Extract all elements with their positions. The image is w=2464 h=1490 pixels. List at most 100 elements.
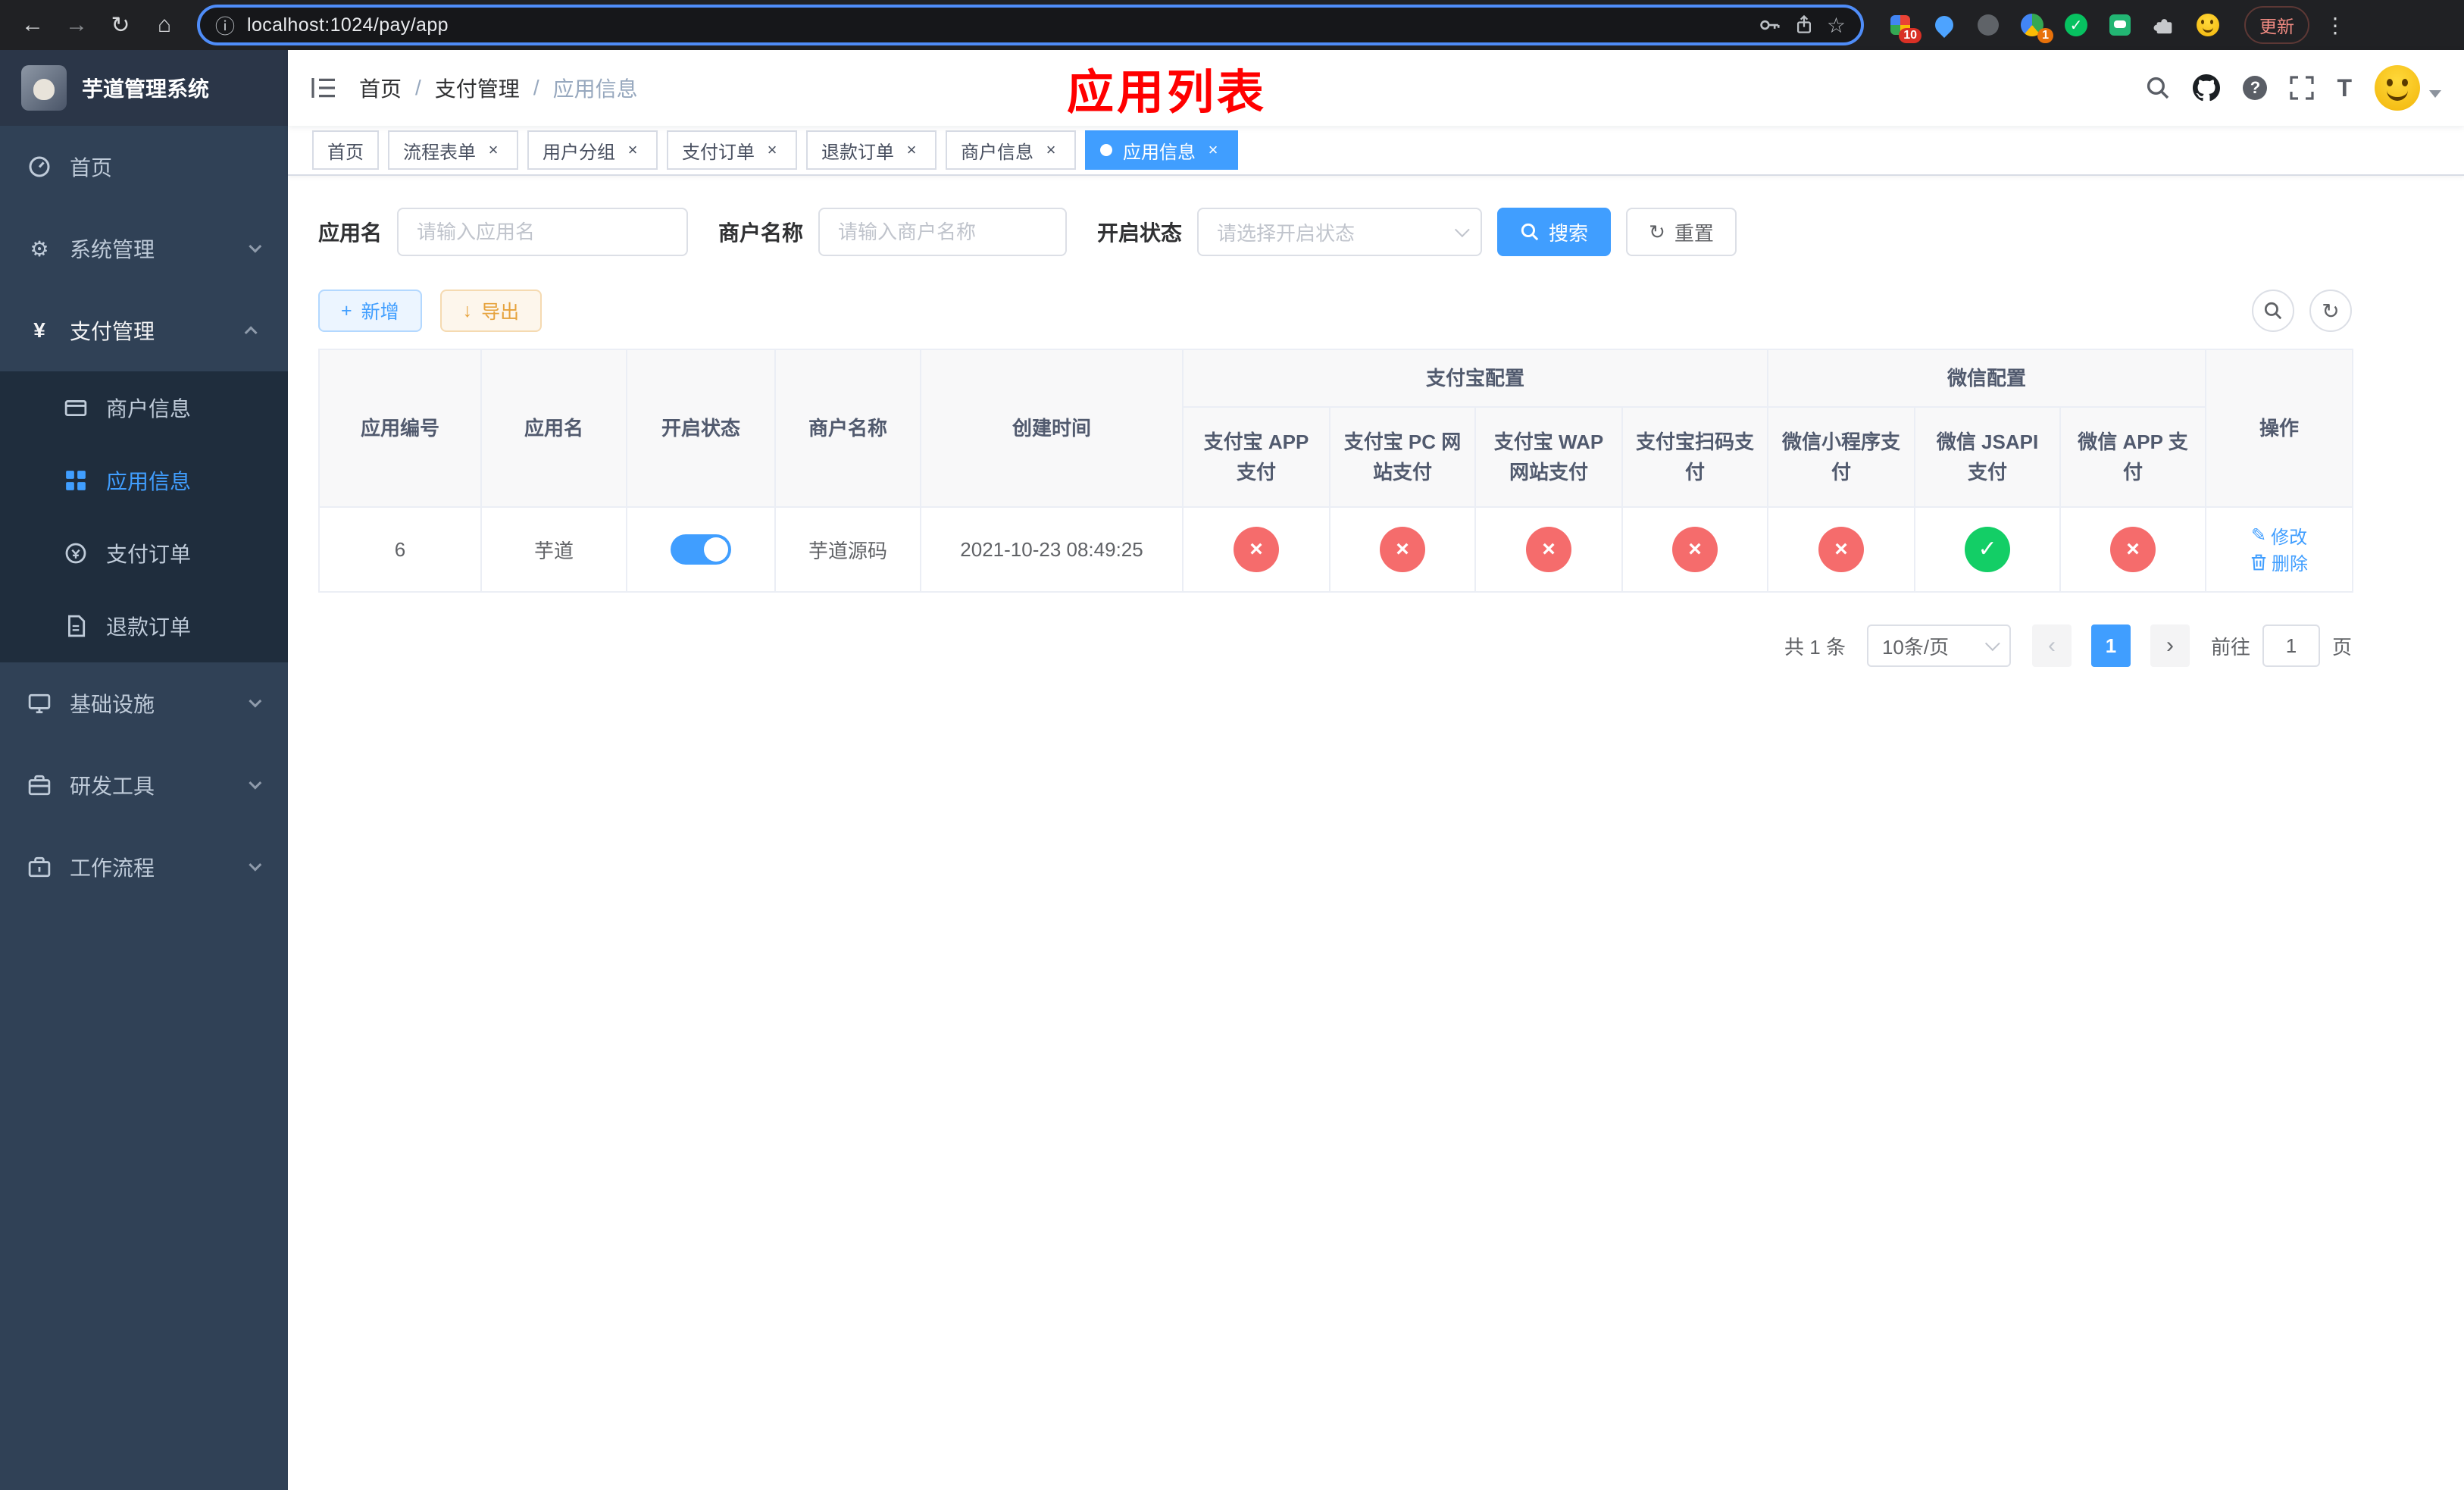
app-table: 应用编号 应用名 开启状态 商户名称 创建时间 支付宝配置 微信配置 操作 支付…: [318, 349, 2354, 593]
pagination: 共 1 条 10条/页 ‹ 1 › 前往 1 页: [318, 624, 2352, 667]
sidebar-item-merchant-info[interactable]: 商户信息: [0, 371, 288, 444]
prev-page-button[interactable]: ‹: [2031, 624, 2072, 667]
hamburger-icon[interactable]: [311, 77, 336, 99]
filter-form: 应用名 商户名称 开启状态 请选择开启状态: [318, 208, 2352, 256]
show-search-button[interactable]: [2252, 290, 2294, 332]
export-button[interactable]: ↓ 导出: [439, 290, 543, 332]
sidebar-item-label: 退款订单: [106, 615, 192, 639]
extension-grid-icon[interactable]: 10: [1888, 13, 1921, 43]
merchant-name-input[interactable]: [818, 208, 1068, 256]
table-row: 6 芋道 芋道源码 2021-10-23 08:49:25 × × × × ×: [318, 506, 2354, 593]
sidebar-item-label: 系统管理: [70, 238, 155, 261]
reset-button[interactable]: ↻ 重置: [1626, 208, 1737, 256]
tab-label: 商户信息: [961, 142, 1033, 163]
github-icon[interactable]: [2193, 74, 2221, 102]
sidebar-item-payment-orders[interactable]: 支付订单: [0, 517, 288, 590]
sidebar-item-label: 首页: [70, 156, 113, 180]
user-avatar[interactable]: [2375, 65, 2441, 111]
app-name-input[interactable]: [397, 208, 689, 256]
sidebar-item-workflow[interactable]: 工作流程: [0, 826, 288, 908]
refresh-table-button[interactable]: ↻: [2309, 290, 2352, 332]
tab-close-icon[interactable]: ×: [1041, 140, 1061, 160]
browser-reload-icon[interactable]: ↻: [100, 5, 141, 45]
extension-badge: 10: [1899, 28, 1921, 43]
alipay-qr-status-icon: ×: [1672, 527, 1718, 572]
tab-home[interactable]: 首页: [312, 130, 379, 170]
sidebar-item-home[interactable]: 首页: [0, 126, 288, 208]
browser-menu-icon[interactable]: ⋮: [2325, 13, 2346, 38]
url-text[interactable]: localhost:1024/pay/app: [247, 14, 1746, 36]
bookmark-star-icon[interactable]: ☆: [1827, 13, 1846, 38]
help-icon[interactable]: ?: [2243, 76, 2268, 100]
tab-close-icon[interactable]: ×: [483, 140, 503, 160]
browser-forward-icon[interactable]: →: [56, 5, 97, 45]
sidebar-item-system[interactable]: ⚙ 系统管理: [0, 208, 288, 290]
sidebar: 芋道管理系统 首页 ⚙ 系统管理 ¥ 支付管理 商户信息 应用信息 支付订单 退…: [0, 50, 288, 1490]
tab-close-icon[interactable]: ×: [902, 140, 921, 160]
chrome-update-button[interactable]: 更新: [2244, 6, 2309, 44]
trash-icon: [2251, 554, 2266, 571]
share-icon[interactable]: [1793, 14, 1815, 36]
font-size-icon[interactable]: T: [2337, 74, 2352, 102]
breadcrumb-payment[interactable]: 支付管理: [435, 73, 520, 103]
goto-page-input[interactable]: [2262, 624, 2320, 667]
col-group-alipay: 支付宝配置: [1181, 349, 1769, 408]
reset-button-label: 重置: [1674, 221, 1714, 245]
edit-link[interactable]: ✎ 修改: [2251, 522, 2307, 549]
extension-dark-icon[interactable]: [1976, 13, 2000, 37]
next-page-button[interactable]: ›: [2150, 624, 2190, 667]
col-header-wechat-app: 微信 APP 支付: [2059, 406, 2207, 508]
tab-refund-orders[interactable]: 退款订单 ×: [806, 130, 937, 170]
col-header-wechat-mini: 微信小程序支付: [1767, 406, 1916, 508]
breadcrumb-separator: /: [415, 76, 421, 99]
sidebar-item-dev-tools[interactable]: 研发工具: [0, 744, 288, 826]
alipay-app-status-icon: ×: [1234, 527, 1279, 572]
avatar-emoji: [2375, 65, 2420, 111]
extension-multicolor-icon[interactable]: 1: [2020, 13, 2053, 43]
col-header-wechat-jsapi: 微信 JSAPI 支付: [1914, 406, 2062, 508]
col-header-alipay-qr: 支付宝扫码支付: [1621, 406, 1769, 508]
chat-extension-icon[interactable]: [2108, 13, 2132, 37]
page-unit-label: 页: [2331, 635, 2352, 659]
address-bar[interactable]: ⓘ localhost:1024/pay/app ☆: [197, 5, 1864, 45]
col-header-alipay-pc: 支付宝 PC 网站支付: [1329, 406, 1476, 508]
extensions-puzzle-icon[interactable]: [2152, 13, 2176, 37]
page-size-select[interactable]: 10条/页: [1866, 624, 2011, 667]
breadcrumb-separator: /: [533, 76, 539, 99]
tab-label: 应用信息: [1123, 142, 1196, 163]
search-button[interactable]: 搜索: [1497, 208, 1612, 256]
password-key-icon[interactable]: [1759, 14, 1781, 36]
extension-drop-icon[interactable]: [1931, 12, 1957, 38]
logo-avatar: [21, 65, 67, 111]
enable-toggle[interactable]: [671, 534, 731, 565]
tab-user-group[interactable]: 用户分组 ×: [527, 130, 658, 170]
wechat-mini-status-icon: ×: [1818, 527, 1865, 572]
delete-link[interactable]: 删除: [2250, 549, 2308, 575]
emoji-extension-icon[interactable]: [2196, 13, 2220, 37]
browser-back-icon[interactable]: ←: [12, 5, 53, 45]
current-page-button[interactable]: 1: [2090, 624, 2131, 667]
extension-badge: 1: [2037, 28, 2053, 43]
breadcrumb-home[interactable]: 首页: [359, 73, 402, 103]
tab-close-icon[interactable]: ×: [623, 140, 643, 160]
add-button-label: 新增: [361, 302, 399, 323]
add-button[interactable]: + 新增: [318, 290, 422, 332]
fullscreen-icon[interactable]: [2290, 76, 2315, 100]
browser-home-icon[interactable]: ⌂: [144, 5, 185, 45]
sidebar-item-app-info[interactable]: 应用信息: [0, 444, 288, 517]
status-select[interactable]: 请选择开启状态: [1197, 208, 1483, 256]
tab-process-form[interactable]: 流程表单 ×: [388, 130, 518, 170]
wechat-devtools-icon[interactable]: ✓: [2064, 13, 2088, 37]
site-info-icon[interactable]: ⓘ: [215, 11, 235, 39]
chevron-down-icon: [1454, 222, 1470, 238]
tab-close-icon[interactable]: ×: [1203, 140, 1223, 160]
sidebar-item-infrastructure[interactable]: 基础设施: [0, 662, 288, 744]
sidebar-item-refund-orders[interactable]: 退款订单: [0, 590, 288, 662]
logo[interactable]: 芋道管理系统: [0, 50, 288, 126]
tab-close-icon[interactable]: ×: [762, 140, 782, 160]
tab-payment-orders[interactable]: 支付订单 ×: [667, 130, 797, 170]
sidebar-item-payment[interactable]: ¥ 支付管理: [0, 290, 288, 371]
tab-merchant-info[interactable]: 商户信息 ×: [946, 130, 1076, 170]
tab-app-info[interactable]: 应用信息 ×: [1085, 130, 1238, 170]
search-icon[interactable]: [2146, 76, 2170, 100]
